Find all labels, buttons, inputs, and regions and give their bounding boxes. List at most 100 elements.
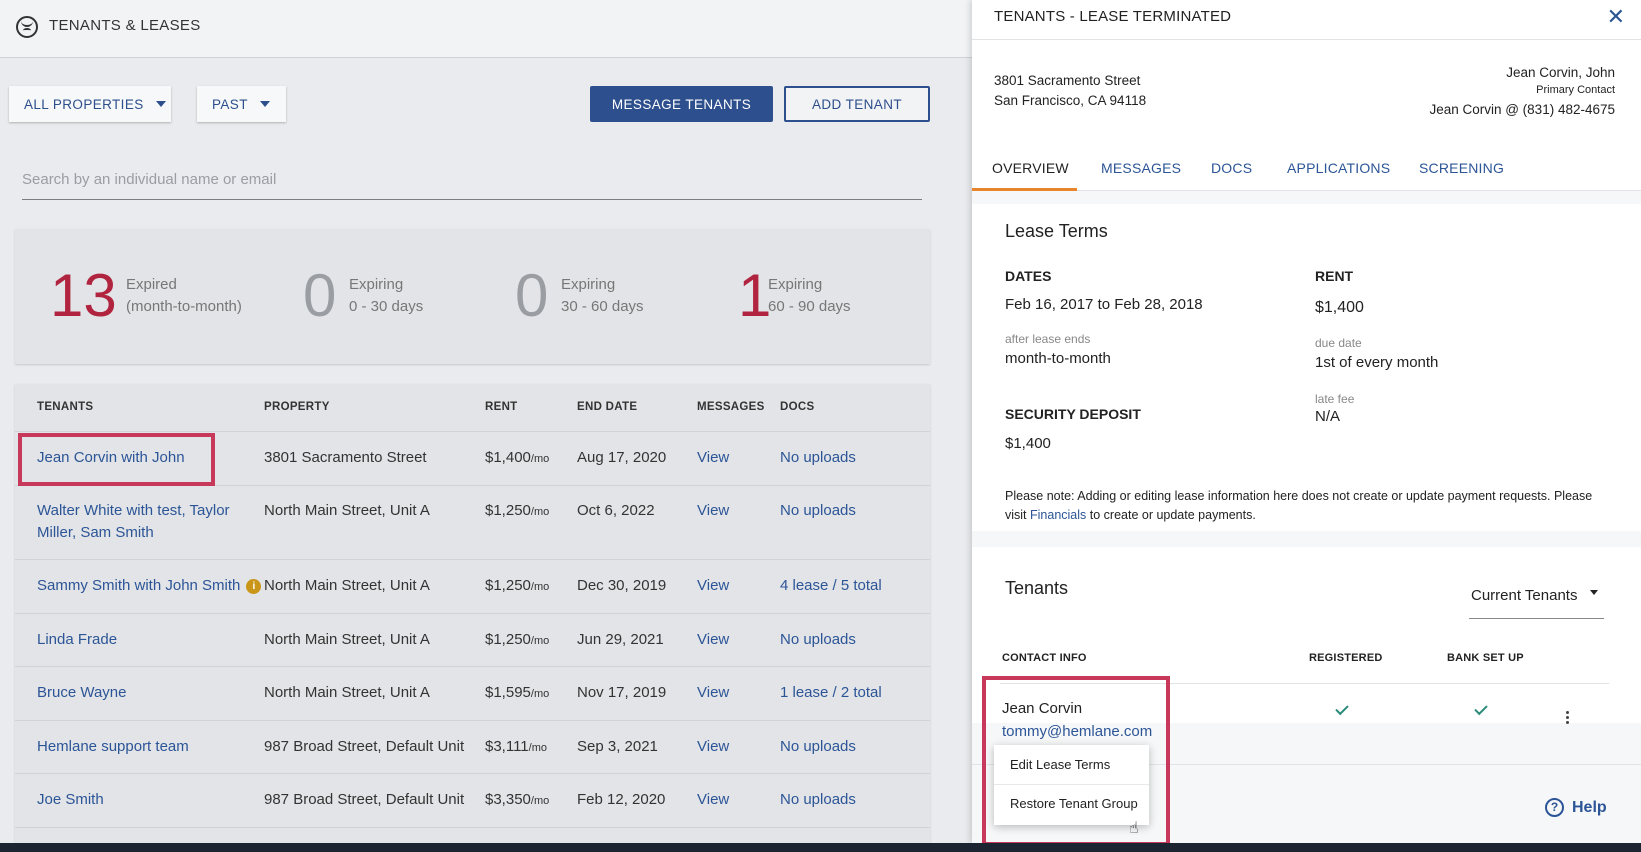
due-date-value: 1st of every month (1315, 354, 1439, 371)
docs-link[interactable]: 1 lease / 2 total (780, 684, 882, 701)
column-header-rent[interactable]: RENT (485, 401, 518, 413)
view-messages-link[interactable]: View (697, 738, 729, 755)
end-date-cell: Nov 17, 2019 (577, 684, 667, 701)
table-row[interactable]: Walter White with test, Taylor Miller, S… (15, 486, 930, 560)
tab-docs[interactable]: DOCS (1211, 160, 1252, 176)
table-header: TENANTS PROPERTY RENT END DATE MESSAGES … (15, 384, 930, 432)
stat-label: Expired (126, 276, 177, 293)
search-input[interactable] (22, 160, 922, 200)
column-header-property[interactable]: PROPERTY (264, 401, 330, 413)
stat-sublabel: 60 - 90 days (768, 298, 851, 315)
property-cell: 3801 Sacramento Street (264, 449, 427, 466)
after-lease-label: after lease ends (1005, 332, 1091, 346)
security-deposit-value: $1,400 (1005, 435, 1051, 452)
rent-cell: $1,400/mo (485, 449, 549, 466)
tenant-name-link[interactable]: Bruce Wayne (37, 682, 237, 704)
view-messages-link[interactable]: View (697, 684, 729, 701)
panel-tabs: OVERVIEW MESSAGES DOCS APPLICATIONS SCRE… (972, 148, 1641, 191)
help-button[interactable]: ? Help (1545, 798, 1607, 817)
dates-value: Feb 16, 2017 to Feb 28, 2018 (1005, 296, 1203, 313)
view-messages-link[interactable]: View (697, 502, 729, 519)
highlight-box (18, 433, 215, 486)
column-header-registered: REGISTERED (1309, 652, 1383, 664)
property-cell: North Main Street, Unit A (264, 577, 430, 594)
tenant-name-link[interactable]: Linda Frade (37, 629, 237, 651)
stat-label: Expiring (561, 276, 616, 293)
end-date-cell: Feb 12, 2020 (577, 791, 666, 808)
add-tenant-button[interactable]: ADD TENANT (784, 86, 930, 122)
stat-label: Expiring (768, 276, 823, 293)
property-cell: 987 Broad Street, Default Unit (264, 738, 465, 755)
view-messages-link[interactable]: View (697, 577, 729, 594)
docs-link[interactable]: No uploads (780, 738, 856, 755)
stat-count: 1 (738, 262, 772, 329)
status-dropdown[interactable]: PAST (197, 86, 286, 122)
end-date-cell: Dec 30, 2019 (577, 577, 667, 594)
chevron-down-icon (155, 101, 166, 107)
view-messages-link[interactable]: View (697, 791, 729, 808)
primary-contact-detail: Jean Corvin @ (831) 482-4675 (1429, 102, 1615, 117)
info-icon[interactable]: i (246, 579, 262, 594)
table-row[interactable]: Linda Frade North Main Street, Unit A $1… (15, 614, 930, 667)
primary-contact-role: Primary Contact (1536, 84, 1615, 96)
table-row[interactable]: Joe Smith 987 Broad Street, Default Unit… (15, 774, 930, 828)
table-row[interactable]: Bruce Wayne North Main Street, Unit A $1… (15, 667, 930, 721)
panel-title: TENANTS - LEASE TERMINATED (994, 8, 1232, 25)
more-options-icon[interactable] (1566, 711, 1570, 726)
tenant-filter-select[interactable]: Current Tenants (1469, 582, 1604, 619)
financials-link[interactable]: Financials (1030, 508, 1086, 522)
docs-link[interactable]: No uploads (780, 791, 856, 808)
docs-link[interactable]: No uploads (780, 502, 856, 519)
stat-sublabel: 30 - 60 days (561, 298, 644, 315)
lease-terms-card: Lease Terms DATES Feb 16, 2017 to Feb 28… (972, 204, 1641, 531)
rent-suffix: /mo (528, 742, 547, 754)
rent-value: $1,400 (1315, 299, 1364, 316)
primary-contact-name: Jean Corvin, John (1506, 65, 1615, 80)
stat-sublabel: (month-to-month) (126, 298, 242, 315)
tenants-heading: Tenants (1005, 578, 1069, 598)
taskbar (0, 843, 1641, 852)
app-logo-icon[interactable] (16, 16, 38, 38)
close-icon[interactable]: ✕ (1607, 6, 1625, 28)
due-date-label: due date (1315, 336, 1362, 350)
help-icon: ? (1545, 798, 1564, 817)
rent-cell: $1,250/mo (485, 631, 549, 648)
lease-note-text-end: to create or update payments. (1086, 508, 1256, 522)
property-address-line2: San Francisco, CA 94118 (994, 93, 1147, 108)
tenant-name-link[interactable]: Joe Smith (37, 789, 237, 811)
tenant-name-link[interactable]: Walter White with test, Taylor Miller, S… (37, 500, 237, 544)
docs-link[interactable]: No uploads (780, 449, 856, 466)
tab-overview[interactable]: OVERVIEW (992, 160, 1069, 176)
column-header-end-date[interactable]: END DATE (577, 401, 637, 413)
end-date-cell: Jun 29, 2021 (577, 631, 664, 648)
property-cell: 987 Broad Street, Default Unit (264, 791, 465, 808)
divider (972, 39, 1641, 40)
column-header-tenants[interactable]: TENANTS (37, 401, 93, 413)
chevron-down-icon (259, 101, 270, 107)
rent-suffix: /mo (530, 506, 550, 518)
table-row[interactable]: Sammy Smith with John Smith i North Main … (15, 560, 930, 614)
tenant-name-link[interactable]: Sammy Smith with John Smith (37, 577, 240, 594)
tab-screening[interactable]: SCREENING (1419, 160, 1504, 176)
tab-applications[interactable]: APPLICATIONS (1287, 160, 1390, 176)
tenant-name-cell[interactable]: Sammy Smith with John Smith i (37, 575, 267, 597)
late-fee-label: late fee (1315, 392, 1355, 406)
view-messages-link[interactable]: View (697, 449, 729, 466)
column-header-messages: MESSAGES (697, 401, 765, 413)
column-header-bank-set-up: BANK SET UP (1447, 652, 1524, 664)
docs-link[interactable]: 4 lease / 5 total (780, 577, 882, 594)
stat-count: 0 (303, 262, 337, 329)
view-messages-link[interactable]: View (697, 631, 729, 648)
properties-dropdown[interactable]: ALL PROPERTIES (9, 86, 171, 122)
docs-link[interactable]: No uploads (780, 631, 856, 648)
tab-messages[interactable]: MESSAGES (1101, 160, 1181, 176)
rent-suffix: /mo (530, 581, 550, 593)
tenant-name-link[interactable]: Hemlane support team (37, 736, 237, 758)
rent-suffix: /mo (530, 453, 550, 465)
lease-terms-heading: Lease Terms (1005, 221, 1108, 241)
lease-note: Please note: Adding or editing lease inf… (1005, 487, 1605, 525)
message-tenants-button[interactable]: MESSAGE TENANTS (590, 86, 773, 122)
rent-value: $1,400 (485, 449, 531, 466)
rent-suffix: /mo (530, 795, 550, 807)
table-row[interactable]: Hemlane support team 987 Broad Street, D… (15, 721, 930, 774)
